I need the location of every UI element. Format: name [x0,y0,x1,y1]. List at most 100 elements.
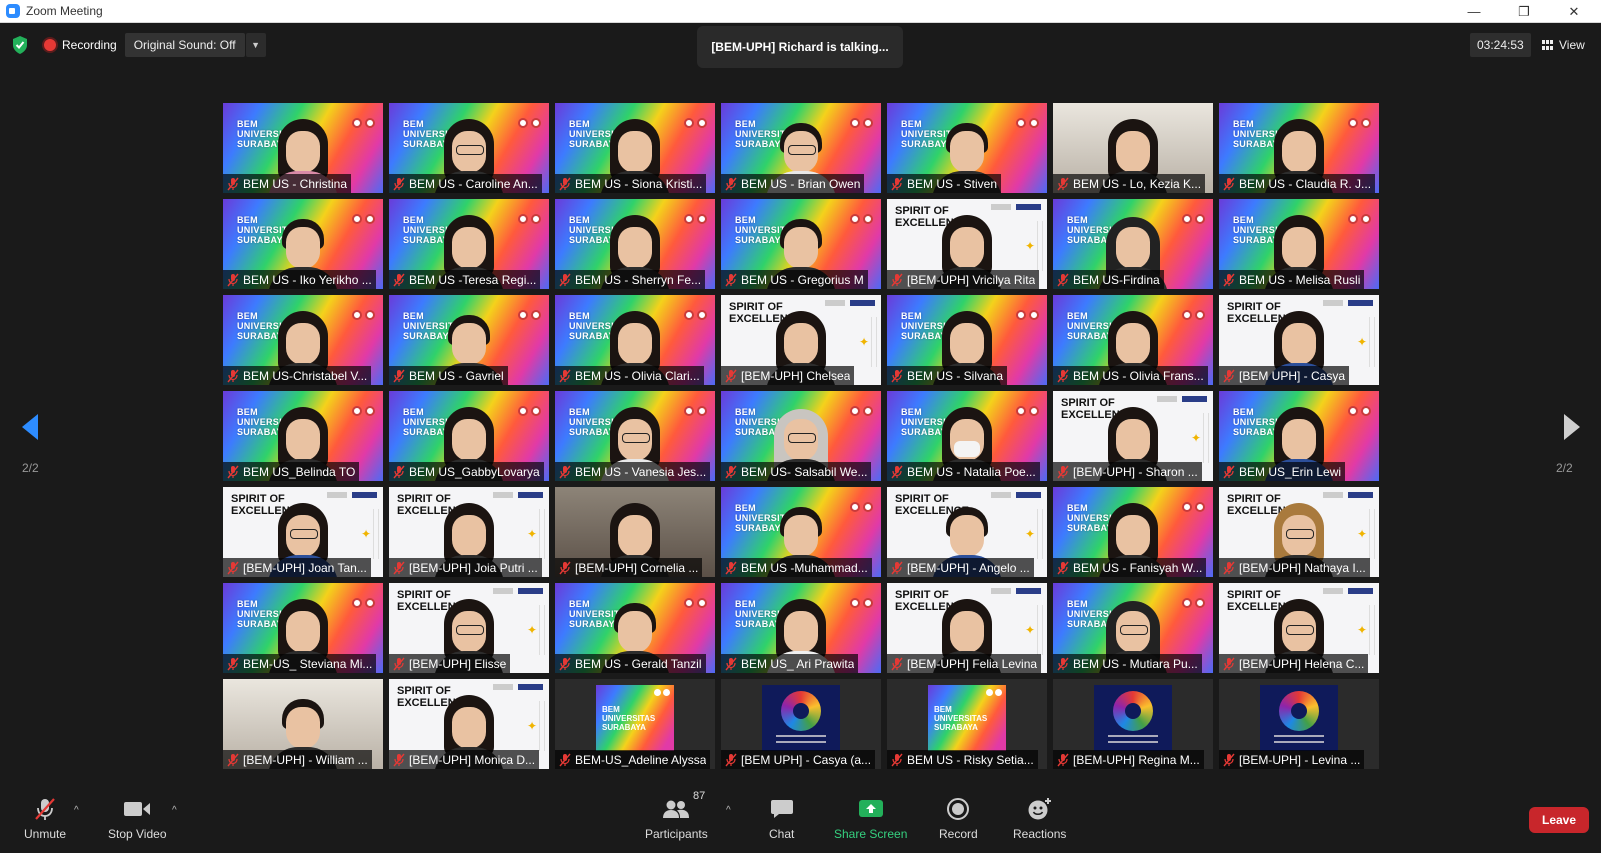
participant-tile[interactable]: BEM UNIVERSITAS SURABAYA BEM US - Vanesia J… [555,391,715,481]
participant-tile[interactable]: BEM UNIVERSITAS SURABAYA BEM US - Gerald Ta… [555,583,715,673]
face [784,515,818,557]
background-logos [1323,300,1373,306]
view-button[interactable]: View [1542,33,1585,57]
participant-tile[interactable]: SPIRIT OF EXCELLENCE ✦ [BEM-UPH] Nathaya I.… [1219,487,1379,577]
participant-tile[interactable]: BEM UNIVERSITAS SURABAYA BEM US_ Ari Prawit… [721,583,881,673]
participants-count-badge: 87 [693,790,706,802]
participant-tile[interactable]: BEM UNIVERSITAS SURABAYA BEM US - Natalia P… [887,391,1047,481]
muted-microphone-icon [393,753,405,766]
participant-tile[interactable]: BEM UNIVERSITAS SURABAYA BEM US -Muhammad..… [721,487,881,577]
original-sound-button[interactable]: Original Sound: Off [124,33,245,57]
participant-tile[interactable]: BEM UNIVERSITAS SURABAYA BEM US - Fanisyah … [1053,487,1213,577]
background-logos [327,492,377,498]
muted-microphone-icon [227,369,239,382]
background-badges [684,214,707,224]
background-bars [1037,509,1043,559]
share-screen-button[interactable]: Share Screen [834,795,907,841]
original-sound-dropdown-chevron-icon[interactable]: ▼ [245,33,266,57]
background-badges [850,118,873,128]
close-button[interactable]: ✕ [1551,0,1597,23]
minimize-button[interactable]: — [1451,0,1497,23]
participant-tile[interactable]: BEM UNIVERSITAS SURABAYA BEM US - Risky Set… [887,679,1047,769]
background-badges [1016,118,1039,128]
participant-tile[interactable]: SPIRIT OF EXCELLENCE ✦ [BEM UPH] - Casya [1219,295,1379,385]
participant-tile[interactable]: [BEM-UPH] - William ... [223,679,383,769]
background-badges [1182,214,1205,224]
participant-tile[interactable]: BEM UNIVERSITAS SURABAYA BEM US - Olivia Fr… [1053,295,1213,385]
participant-name-bar: BEM US - Brian Owen [721,174,865,193]
audio-options-caret-icon[interactable]: ^ [74,805,79,816]
face [618,131,652,173]
participant-tile[interactable]: [BEM-UPH] Regina M... [1053,679,1213,769]
video-options-caret-icon[interactable]: ^ [172,805,177,816]
participant-tile[interactable]: SPIRIT OF EXCELLENCE ✦ [BEM-UPH] Chelsea [721,295,881,385]
record-button[interactable]: Record [939,795,978,841]
view-label: View [1559,38,1585,52]
participant-tile[interactable]: BEM UNIVERSITAS SURABAYA BEM US_Belinda TO [223,391,383,481]
participant-tile[interactable]: BEM UNIVERSITAS SURABAYA BEM US - Mutiara P… [1053,583,1213,673]
participant-tile[interactable]: BEM UNIVERSITAS SURABAYA BEM US_GabbyLovary… [389,391,549,481]
participant-tile[interactable]: BEM UNIVERSITAS SURABAYA BEM US - Silvana [887,295,1047,385]
participant-tile[interactable]: BEM UNIVERSITAS SURABAYA BEM US - Sherryn F… [555,199,715,289]
participant-tile[interactable]: SPIRIT OF EXCELLENCE ✦ [BEM-UPH] Elisse [389,583,549,673]
leave-button[interactable]: Leave [1529,807,1589,833]
participant-tile[interactable]: BEM UNIVERSITAS SURABAYA BEM US - Christina [223,103,383,193]
participant-tile[interactable]: SPIRIT OF EXCELLENCE ✦ [BEM-UPH] Joan Tan..… [223,487,383,577]
participant-tile[interactable]: BEM UNIVERSITAS SURABAYA BEM US -Teresa Reg… [389,199,549,289]
unmute-button[interactable]: Unmute [24,795,66,841]
participant-tile[interactable]: [BEM-UPH] - Levina ... [1219,679,1379,769]
participant-tile[interactable]: SPIRIT OF EXCELLENCE ✦ [BEM-UPH] Joia Putri… [389,487,549,577]
participant-tile[interactable]: BEM UNIVERSITAS SURABAYA BEM US - Olivia Cl… [555,295,715,385]
participant-tile[interactable]: BEM UNIVERSITAS SURABAYA BEM US - Melisa Ru… [1219,199,1379,289]
recording-indicator[interactable]: Recording [44,38,117,52]
muted-microphone-icon [725,561,737,574]
participant-tile[interactable]: BEM US - Lo, Kezia K... [1053,103,1213,193]
reactions-smiley-icon [1028,798,1051,820]
participant-tile[interactable]: BEM UNIVERSITAS SURABAYA BEM US - Siona Kri… [555,103,715,193]
face [452,515,486,557]
background-bars [871,317,877,367]
participant-tile[interactable]: BEM UNIVERSITAS SURABAYA BEM US-Christabel … [223,295,383,385]
profile-text-line: BEM [934,705,952,714]
participant-tile[interactable]: BEM UNIVERSITAS SURABAYA BEM US_Erin Lewi [1219,391,1379,481]
participant-tile[interactable]: BEM UNIVERSITAS SURABAYA BEM US - Gavriel [389,295,549,385]
background-badges [352,214,375,224]
muted-microphone-icon [393,657,405,670]
participant-tile[interactable]: SPIRIT OF EXCELLENCE ✦ [BEM-UPH] - Sharon .… [1053,391,1213,481]
participant-tile[interactable]: SPIRIT OF EXCELLENCE ✦ [BEM-UPH] Felia Levi… [887,583,1047,673]
participant-tile[interactable]: BEM UNIVERSITAS SURABAYA BEM US - Claudia R… [1219,103,1379,193]
participant-name-bar: [BEM-UPH] Helena C... [1219,654,1369,673]
maximize-button[interactable]: ❐ [1501,0,1547,23]
previous-page-arrow-icon[interactable] [20,412,40,442]
security-shield-icon[interactable] [12,36,28,54]
participant-tile[interactable]: SPIRIT OF EXCELLENCE ✦ [BEM-UPH] Vricilya R… [887,199,1047,289]
participant-tile[interactable]: BEM UNIVERSITAS SURABAYA BEM US-Firdina [1053,199,1213,289]
participant-tile[interactable]: [BEM-UPH] Cornelia ... [555,487,715,577]
muted-microphone-icon [1057,177,1069,190]
muted-microphone-icon [725,753,737,766]
stop-video-button[interactable]: Stop Video [108,795,167,841]
participant-tile[interactable]: BEM UNIVERSITAS SURABAYA BEM-US_Adeline Aly… [555,679,715,769]
participant-tile[interactable]: SPIRIT OF EXCELLENCE ✦ [BEM-UPH] Helena C..… [1219,583,1379,673]
participant-tile[interactable]: SPIRIT OF EXCELLENCE ✦ [BEM-UPH] - Angelo .… [887,487,1047,577]
participant-tile[interactable]: BEM UNIVERSITAS SURABAYA BEM US- Salsabil W… [721,391,881,481]
participant-tile[interactable]: BEM UNIVERSITAS SURABAYA BEM US - Stiven [887,103,1047,193]
next-page-arrow-icon[interactable] [1562,412,1582,442]
reactions-button[interactable]: Reactions [1013,795,1066,841]
participant-tile[interactable]: BEM UNIVERSITAS SURABAYA BEM US - Iko Yerik… [223,199,383,289]
chat-button[interactable]: Chat [769,795,794,841]
participant-tile[interactable]: BEM UNIVERSITAS SURABAYA BEM US - Brian Owe… [721,103,881,193]
muted-microphone-icon [1223,369,1235,382]
background-bars [1369,605,1375,655]
sparkle-icon: ✦ [526,623,537,637]
participant-tile[interactable]: BEM UNIVERSITAS SURABAYA BEM US - Gregorius… [721,199,881,289]
background-badges [518,214,541,224]
participant-tile[interactable]: SPIRIT OF EXCELLENCE ✦ [BEM-UPH] Monica D..… [389,679,549,769]
participant-tile[interactable]: BEM UNIVERSITAS SURABAYA BEM-US_ Steviana M… [223,583,383,673]
participants-options-caret-icon[interactable]: ^ [726,805,731,816]
participant-name: BEM US_Erin Lewi [1239,464,1342,479]
participant-tile[interactable]: [BEM UPH] - Casya (a... [721,679,881,769]
background-badges [1182,310,1205,320]
participant-tile[interactable]: BEM UNIVERSITAS SURABAYA BEM US - Caroline … [389,103,549,193]
participant-name-bar: BEM US- Salsabil We... [721,462,872,481]
